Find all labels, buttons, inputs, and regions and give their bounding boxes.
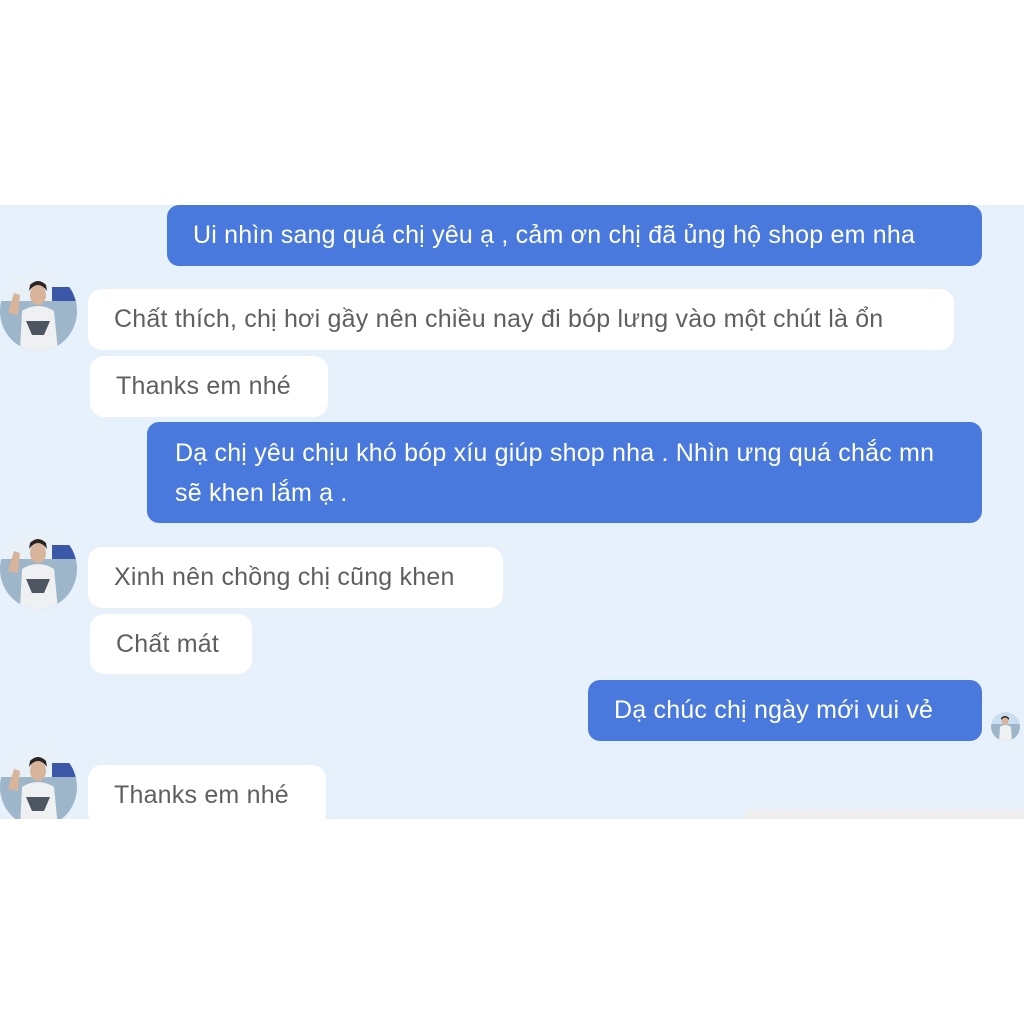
message-text: Thanks em nhé <box>116 372 291 400</box>
message-text: Ui nhìn sang quá chị yêu ạ , cảm ơn chị … <box>193 221 916 249</box>
message-text: Xinh nên chồng chị cũng khen <box>114 563 455 591</box>
message-bubble-incoming[interactable]: Thanks em nhé <box>90 356 328 417</box>
message-bubble-outgoing[interactable]: Dạ chị yêu chịu khó bóp xíu giúp shop nh… <box>147 422 982 523</box>
page: Ui nhìn sang quá chị yêu ạ , cảm ơn chị … <box>0 0 1024 1024</box>
message-text: Dạ chúc chị ngày mới vui vẻ <box>614 696 934 724</box>
read-receipt-avatar <box>991 712 1020 741</box>
customer-avatar[interactable] <box>0 271 77 351</box>
message-bubble-incoming[interactable]: Xinh nên chồng chị cũng khen <box>88 547 503 608</box>
message-text: Thanks em nhé <box>114 781 289 809</box>
message-text: Chất thích, chị hơi gầy nên chiều nay đi… <box>114 305 884 333</box>
customer-avatar[interactable] <box>0 529 77 609</box>
message-bubble-outgoing[interactable]: Ui nhìn sang quá chị yêu ạ , cảm ơn chị … <box>167 205 982 266</box>
small-avatar-photo-icon <box>991 712 1020 741</box>
message-bubble-outgoing[interactable]: Dạ chúc chị ngày mới vui vẻ <box>588 680 982 741</box>
avatar-photo-icon <box>0 271 77 351</box>
avatar-photo-icon <box>0 529 77 609</box>
customer-avatar[interactable] <box>0 747 77 819</box>
message-bubble-incoming[interactable]: Chất thích, chị hơi gầy nên chiều nay đi… <box>88 289 954 350</box>
chat-conversation[interactable]: Ui nhìn sang quá chị yêu ạ , cảm ơn chị … <box>0 205 1024 819</box>
message-text: Chất mát <box>116 630 220 658</box>
message-bubble-incoming[interactable]: Chất mát <box>90 614 252 674</box>
message-bubble-incoming[interactable]: Thanks em nhé <box>88 765 326 819</box>
input-area-edge <box>745 809 1024 819</box>
message-text: Dạ chị yêu chịu khó bóp xíu giúp shop nh… <box>175 439 935 507</box>
avatar-photo-icon <box>0 747 77 819</box>
